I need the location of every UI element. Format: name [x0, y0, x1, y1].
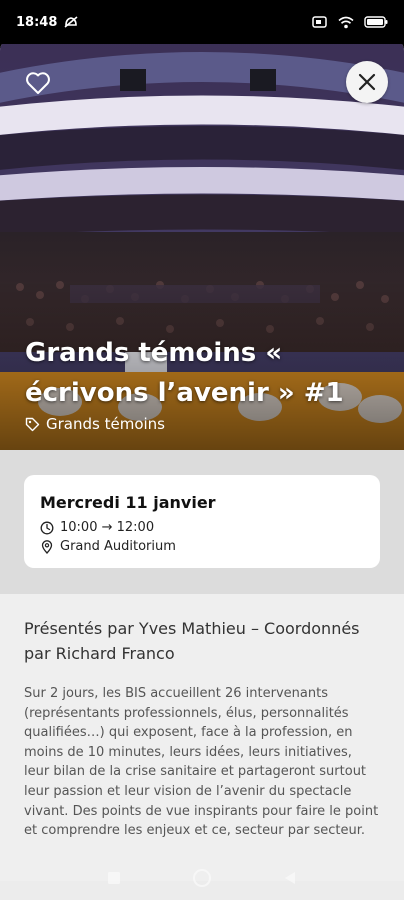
back-button[interactable] — [282, 870, 298, 886]
square-icon — [108, 872, 120, 884]
favorite-button[interactable] — [22, 67, 54, 99]
wifi-icon — [338, 16, 354, 28]
system-navigation-bar — [0, 860, 404, 896]
event-info-card: Mercredi 11 janvier 10:00 → 12:00 Grand … — [24, 475, 380, 568]
circle-icon — [193, 869, 211, 887]
event-detail-sheet[interactable]: Grands témoins « écrivons l’avenir » #1 … — [0, 37, 404, 900]
battery-saver-icon — [312, 16, 327, 28]
clock-icon — [40, 521, 54, 534]
notification-muted-icon — [64, 16, 78, 28]
recent-apps-button[interactable] — [106, 870, 122, 886]
event-category-tag[interactable]: Grands témoins — [25, 415, 165, 433]
battery-icon — [364, 16, 388, 28]
tag-icon — [25, 417, 40, 431]
close-icon — [358, 73, 376, 91]
event-time: 10:00 → 12:00 — [60, 520, 155, 535]
status-bar: 18:48 — [0, 0, 404, 44]
close-button[interactable] — [346, 61, 388, 103]
event-date: Mercredi 11 janvier — [40, 493, 216, 512]
event-description: Présentés par Yves Mathieu – Coordonnés … — [0, 594, 404, 881]
triangle-back-icon — [285, 872, 295, 884]
home-button[interactable] — [192, 868, 212, 888]
hero-image: Grands témoins « écrivons l’avenir » #1 … — [0, 37, 404, 450]
status-time: 18:48 — [16, 14, 58, 30]
event-presenters: Présentés par Yves Mathieu – Coordonnés … — [24, 619, 360, 663]
event-description-body: Sur 2 jours, les BIS accueillent 26 inte… — [24, 686, 379, 839]
event-time-row: 10:00 → 12:00 — [40, 520, 364, 535]
location-pin-icon — [41, 539, 53, 554]
event-location: Grand Auditorium — [60, 539, 176, 554]
heart-outline-icon — [26, 72, 50, 94]
event-location-row: Grand Auditorium — [40, 539, 364, 554]
event-title: Grands témoins « écrivons l’avenir » #1 — [25, 333, 375, 413]
event-info-section: Mercredi 11 janvier 10:00 → 12:00 Grand … — [0, 450, 404, 594]
event-title-line1: Grands témoins « — [25, 338, 283, 368]
event-category-label: Grands témoins — [46, 415, 165, 433]
event-title-line2: écrivons l’avenir » #1 — [25, 378, 344, 408]
